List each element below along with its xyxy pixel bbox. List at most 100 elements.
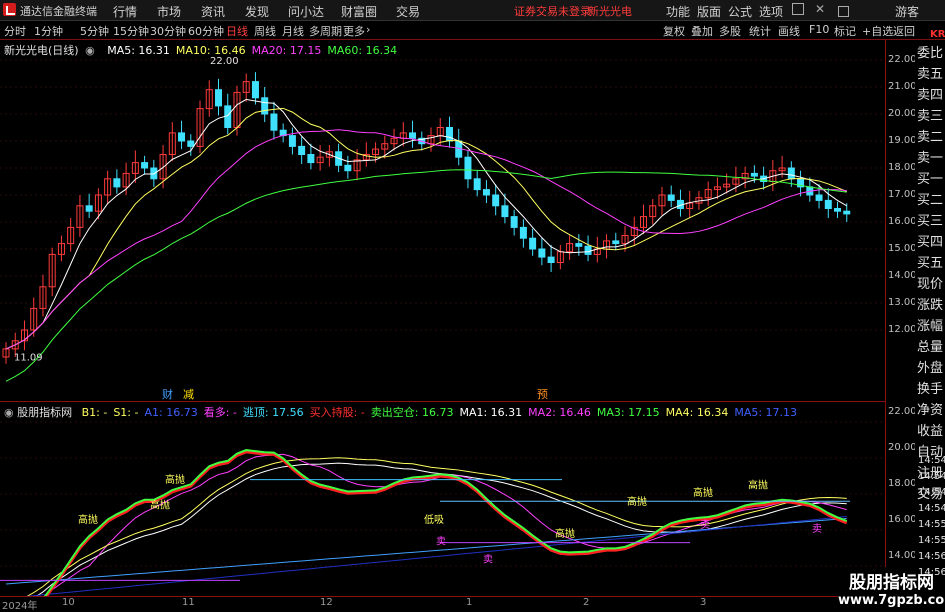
candle-body <box>445 127 453 142</box>
side-panel-item[interactable]: KR <box>930 24 945 45</box>
candle-body <box>843 210 851 215</box>
tab-monthly[interactable]: 月线 <box>282 23 304 39</box>
price-axis-label: 15.00 <box>888 243 917 254</box>
tab-weekly[interactable]: 周线 <box>254 23 276 39</box>
tool-add-favorite[interactable]: +自选 <box>862 23 893 39</box>
candle-body <box>750 172 758 177</box>
date-axis-label: 2024年 <box>2 601 38 612</box>
kline-chart-pane[interactable]: 新光光电(日线) ◉ MA5: 16.31 MA10: 16.46 MA20: 17… <box>0 40 885 402</box>
side-panel-item[interactable]: 买二 <box>917 190 945 211</box>
signal-high-label: 高抛 <box>165 473 185 486</box>
candle-body <box>519 226 527 239</box>
tab-1min[interactable]: 1分钟 <box>34 23 63 39</box>
side-panel-item[interactable]: 换手 <box>917 379 945 400</box>
side-panel-item[interactable]: 收益 <box>917 421 945 442</box>
tool-fuquan[interactable]: 复权 <box>663 23 685 39</box>
menu-gongshi[interactable]: 公式 <box>728 3 752 20</box>
side-panel-item[interactable]: 卖一 <box>917 148 945 169</box>
tool-tongji[interactable]: 统计 <box>749 23 771 39</box>
tab-daily[interactable]: 日线 <box>226 23 248 39</box>
tool-back[interactable]: 返回 <box>893 23 915 39</box>
side-panel-item[interactable]: 买五 <box>917 253 945 274</box>
side-panel-item[interactable]: 卖四 <box>917 85 945 106</box>
side-panel-item[interactable]: 卖二 <box>917 127 945 148</box>
login-status[interactable]: 证券交易未登录 <box>514 3 591 19</box>
candle-body <box>464 156 472 180</box>
price-axis-label: 19.00 <box>888 135 917 146</box>
candle-body <box>288 135 296 147</box>
tab-15min[interactable]: 15分钟 <box>113 23 149 39</box>
tool-huaxian[interactable]: 画线 <box>778 23 800 39</box>
price-axis-label: 20.00 <box>888 108 917 119</box>
date-axis-label: 10 <box>62 597 75 608</box>
tab-more[interactable]: 更多 <box>343 23 365 39</box>
guest-label[interactable]: 游客 <box>895 3 919 20</box>
menu-shichang[interactable]: 市场 <box>157 3 181 20</box>
tool-f10[interactable]: F10 <box>809 23 829 36</box>
date-axis-label: 12 <box>320 597 333 608</box>
indicator-pane[interactable]: ◉ 股朋指标网 B1: - S1: - A1: 16.73 看多: - 逃顶: 17.5… <box>0 402 885 596</box>
side-panel-item[interactable]: 涨幅 <box>917 316 945 337</box>
side-panel-item[interactable]: 卖五 <box>917 64 945 85</box>
tab-multi-period[interactable]: 多周期 <box>309 23 342 39</box>
side-panel-item[interactable]: 买一 <box>917 169 945 190</box>
minimize-icon[interactable] <box>792 3 804 15</box>
event-marker: 财 <box>162 387 173 401</box>
menu-caifuquan[interactable]: 财富圈 <box>341 3 377 20</box>
side-panel-item[interactable]: 买三 <box>917 211 945 232</box>
menu-banmian[interactable]: 版面 <box>697 3 721 20</box>
close-icon[interactable]: ✕ <box>815 2 825 16</box>
candle-body <box>538 248 546 258</box>
side-panel-item[interactable]: 现价 <box>917 274 945 295</box>
menu-xuanxiang[interactable]: 选项 <box>759 3 783 20</box>
side-panel-item[interactable]: 卖三 <box>917 106 945 127</box>
kline-canvas[interactable]: 22.00 11.09 财减 预 <box>0 40 885 401</box>
period-toolbar: 分时 1分钟 5分钟 15分钟 30分钟 60分钟 日线 周线 月线 多周期 更… <box>0 21 945 40</box>
indicator-axis-label: 22.00 <box>888 406 917 417</box>
side-panel-item[interactable]: 净资 <box>917 400 945 421</box>
tool-duogu[interactable]: 多股 <box>719 23 741 39</box>
candle-body <box>409 132 417 139</box>
tab-60min[interactable]: 60分钟 <box>188 23 224 39</box>
candle-body <box>113 178 121 188</box>
candle-body <box>575 243 583 247</box>
menu-hangqing[interactable]: 行情 <box>113 3 137 20</box>
candle-body <box>529 237 537 250</box>
menu-wenxiaoda[interactable]: 问小达 <box>288 3 324 20</box>
tool-biaoji[interactable]: 标记 <box>834 23 856 39</box>
event-marker: 预 <box>537 388 548 401</box>
candle-body <box>298 145 306 156</box>
tab-30min[interactable]: 30分钟 <box>150 23 186 39</box>
menu-zixun[interactable]: 资讯 <box>201 3 225 20</box>
tab-5min[interactable]: 5分钟 <box>80 23 109 39</box>
candle-body <box>473 178 481 191</box>
indicator-canvas[interactable]: 高抛高抛高抛 高抛高抛高抛高抛低吸卖卖卖卖 <box>0 402 885 596</box>
side-panel-item[interactable]: 委比 <box>917 43 945 64</box>
time-label: 14:55 <box>918 535 945 546</box>
signal-high-label: 高抛 <box>555 527 575 540</box>
tab-fenshi[interactable]: 分时 <box>4 23 26 39</box>
candle-body <box>270 113 278 131</box>
candle-body <box>482 189 490 196</box>
side-panel-item[interactable]: 外盘 <box>917 358 945 379</box>
candle-body <box>547 256 555 264</box>
maximize-icon[interactable] <box>838 6 849 17</box>
candle-body <box>187 140 195 147</box>
menu-faxian[interactable]: 发现 <box>245 3 269 20</box>
tool-diejia[interactable]: 叠加 <box>691 23 713 39</box>
price-axis-label: 22.00 <box>888 54 917 65</box>
candle-body <box>85 205 93 212</box>
more-chevron-icon[interactable]: › <box>366 23 370 36</box>
side-panel-item[interactable]: 总量 <box>917 337 945 358</box>
time-label: 14:54 <box>918 471 945 482</box>
menu-gongneng[interactable]: 功能 <box>666 3 690 20</box>
ma5-ind-line <box>25 516 847 596</box>
date-axis: 2024年 10 11 12 1 2 3 <box>0 596 945 612</box>
side-panel-item[interactable]: 涨跌 <box>917 295 945 316</box>
time-label: 14:55 <box>918 519 945 530</box>
menu-jiaoyi[interactable]: 交易 <box>396 3 420 20</box>
side-panel-item[interactable]: 买四 <box>917 232 945 253</box>
price-axis-label: 12.00 <box>888 324 917 335</box>
current-stock-name: 新光光电 <box>588 5 632 18</box>
app-name: 通达信金融终端 <box>20 5 97 18</box>
